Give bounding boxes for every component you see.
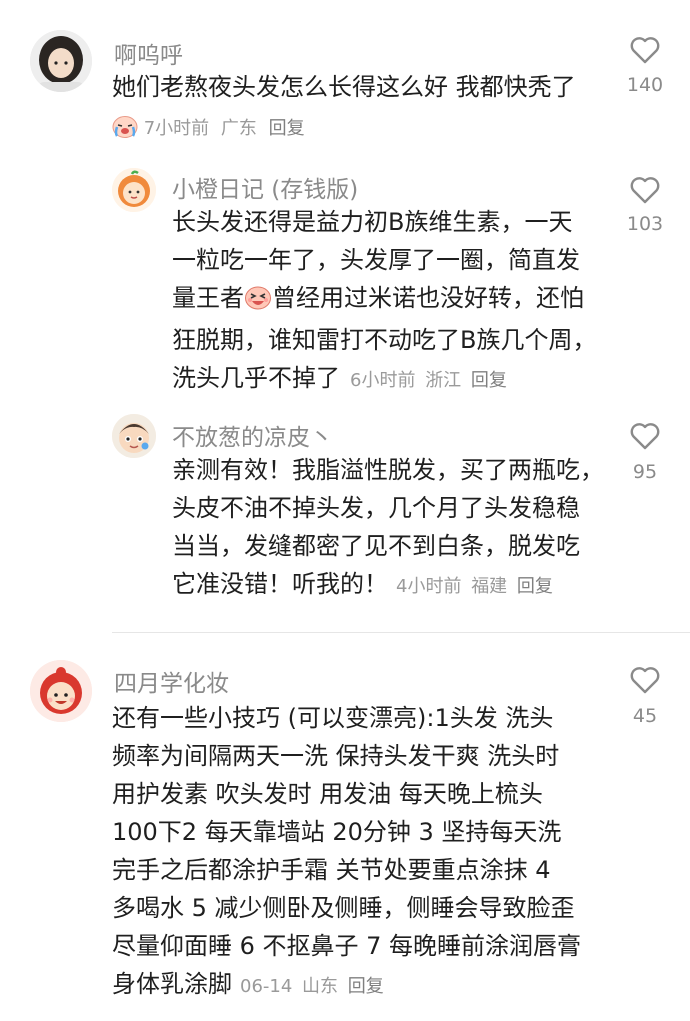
girl-avatar[interactable]	[30, 30, 92, 92]
comment-time: 6小时前	[350, 370, 416, 391]
comment-text-line: 它准没错！听我的！ 4小时前 福建 回复	[172, 565, 604, 606]
comment-username[interactable]: 四月学化妆	[114, 664, 229, 698]
comment-text-line: 多喝水 5 减少侧卧及侧睡，侧睡会导致脸歪	[112, 894, 575, 922]
comment-meta: 6小时前 浙江 回复	[350, 370, 507, 391]
comment-text-line: 量王者 曾经用过米诺也没好转，还怕	[172, 279, 596, 321]
comment-username[interactable]: 啊呜呼	[114, 36, 183, 70]
like-count: 140	[626, 74, 664, 96]
like-heart-icon[interactable]	[630, 36, 660, 64]
cartoon-boy-avatar-icon	[112, 414, 156, 458]
red-hair-cartoon-avatar-icon	[30, 660, 92, 722]
like-heart-icon[interactable]	[630, 176, 660, 204]
comment-text-line: 当当，发缝都密了见不到白条，脱发吃	[172, 532, 580, 560]
comment-text: 还有一些小技巧 (可以变漂亮):1头发 洗头 频率为间隔两天一洗 保持头发干爽 …	[112, 699, 581, 1006]
comment-text-line: 她们老熬夜头发怎么长得这么好 我都快秃了	[112, 73, 576, 101]
comment-time: 7小时前	[143, 118, 210, 139]
comment-text-line: 100下2 每天靠墙站 20分钟 3 坚持每天洗	[112, 818, 562, 846]
comment-text-segment: 身体乳涂脚	[112, 970, 232, 998]
orange-character-avatar-icon	[112, 168, 156, 212]
like-count: 95	[632, 461, 658, 483]
comment-text-line: 尽量仰面睡 6 不抠鼻子 7 每晚睡前涂润唇膏	[112, 932, 582, 960]
comment-text-segment: 量王者	[172, 284, 244, 312]
crying-face-emoji	[112, 114, 138, 143]
comment-location: 广东	[220, 118, 257, 139]
comment-meta: 06-14 山东 回复	[240, 976, 384, 997]
comment-meta: 4小时前 福建 回复	[396, 576, 553, 597]
comment-text-line: 洗头几乎不掉了 6小时前 浙江 回复	[172, 359, 596, 400]
comment-time: 4小时前	[396, 576, 462, 597]
comment-time: 06-14	[240, 976, 293, 997]
comment-username[interactable]: 小橙日记 (存钱版)	[172, 170, 358, 204]
comment-text-line: 头皮不油不掉头发，几个月了头发稳稳	[172, 494, 580, 522]
like-count: 103	[626, 213, 664, 235]
reply-button[interactable]: 回复	[517, 576, 553, 597]
comment-text-line: 完手之后都涂护手霜 关节处要重点涂抹 4	[112, 856, 551, 884]
comment-divider	[112, 632, 690, 633]
comment-text-line: 一粒吃一年了，头发厚了一圈，简直发	[172, 246, 580, 274]
comment-text-line: 狂脱期，谁知雷打不动吃了B族几个周，	[172, 326, 597, 354]
comment-location: 福建	[471, 576, 508, 597]
reply-button[interactable]: 回复	[348, 976, 384, 997]
girl-avatar-icon	[30, 30, 92, 92]
excited-face-emoji	[244, 283, 272, 321]
comment-text: 长头发还得是益力初B族维生素，一天 一粒吃一年了，头发厚了一圈，简直发 量王者曾…	[172, 203, 596, 400]
comment-meta: 7小时前 广东 回复	[112, 114, 305, 143]
comment-text-line: 还有一些小技巧 (可以变漂亮):1头发 洗头	[112, 704, 554, 732]
comment-text-line: 用护发素 吹头发时 用发油 每天晚上梳头	[112, 780, 543, 808]
comment-text-segment: 曾经用过米诺也没好转，还怕	[272, 284, 584, 312]
comment-location: 山东	[302, 976, 339, 997]
comment-username[interactable]: 不放葱的凉皮丶	[172, 418, 333, 452]
orange-character-avatar[interactable]	[112, 168, 156, 212]
comment-text-segment: 它准没错！听我的！	[172, 570, 388, 598]
comment-text-line: 频率为间隔两天一洗 保持头发干爽 洗头时	[112, 742, 560, 770]
comment-text-line: 亲测有效！我脂溢性脱发，买了两瓶吃，	[172, 456, 604, 484]
comment-text-line: 身体乳涂脚 06-14 山东 回复	[112, 965, 581, 1006]
comment-text-line: 长头发还得是益力初B族维生素，一天	[172, 208, 573, 236]
comment-text-segment: 洗头几乎不掉了	[172, 364, 340, 392]
comment-location: 浙江	[425, 370, 462, 391]
comment-text: 她们老熬夜头发怎么长得这么好 我都快秃了	[112, 68, 576, 106]
like-count: 45	[632, 705, 658, 727]
like-heart-icon[interactable]	[630, 666, 660, 694]
cartoon-boy-avatar[interactable]	[112, 414, 156, 458]
like-heart-icon[interactable]	[630, 422, 660, 450]
red-hair-cartoon-avatar[interactable]	[30, 660, 92, 722]
reply-button[interactable]: 回复	[471, 370, 507, 391]
comment-text: 亲测有效！我脂溢性脱发，买了两瓶吃， 头皮不油不掉头发，几个月了头发稳稳 当当，…	[172, 451, 604, 606]
reply-button[interactable]: 回复	[269, 118, 305, 139]
